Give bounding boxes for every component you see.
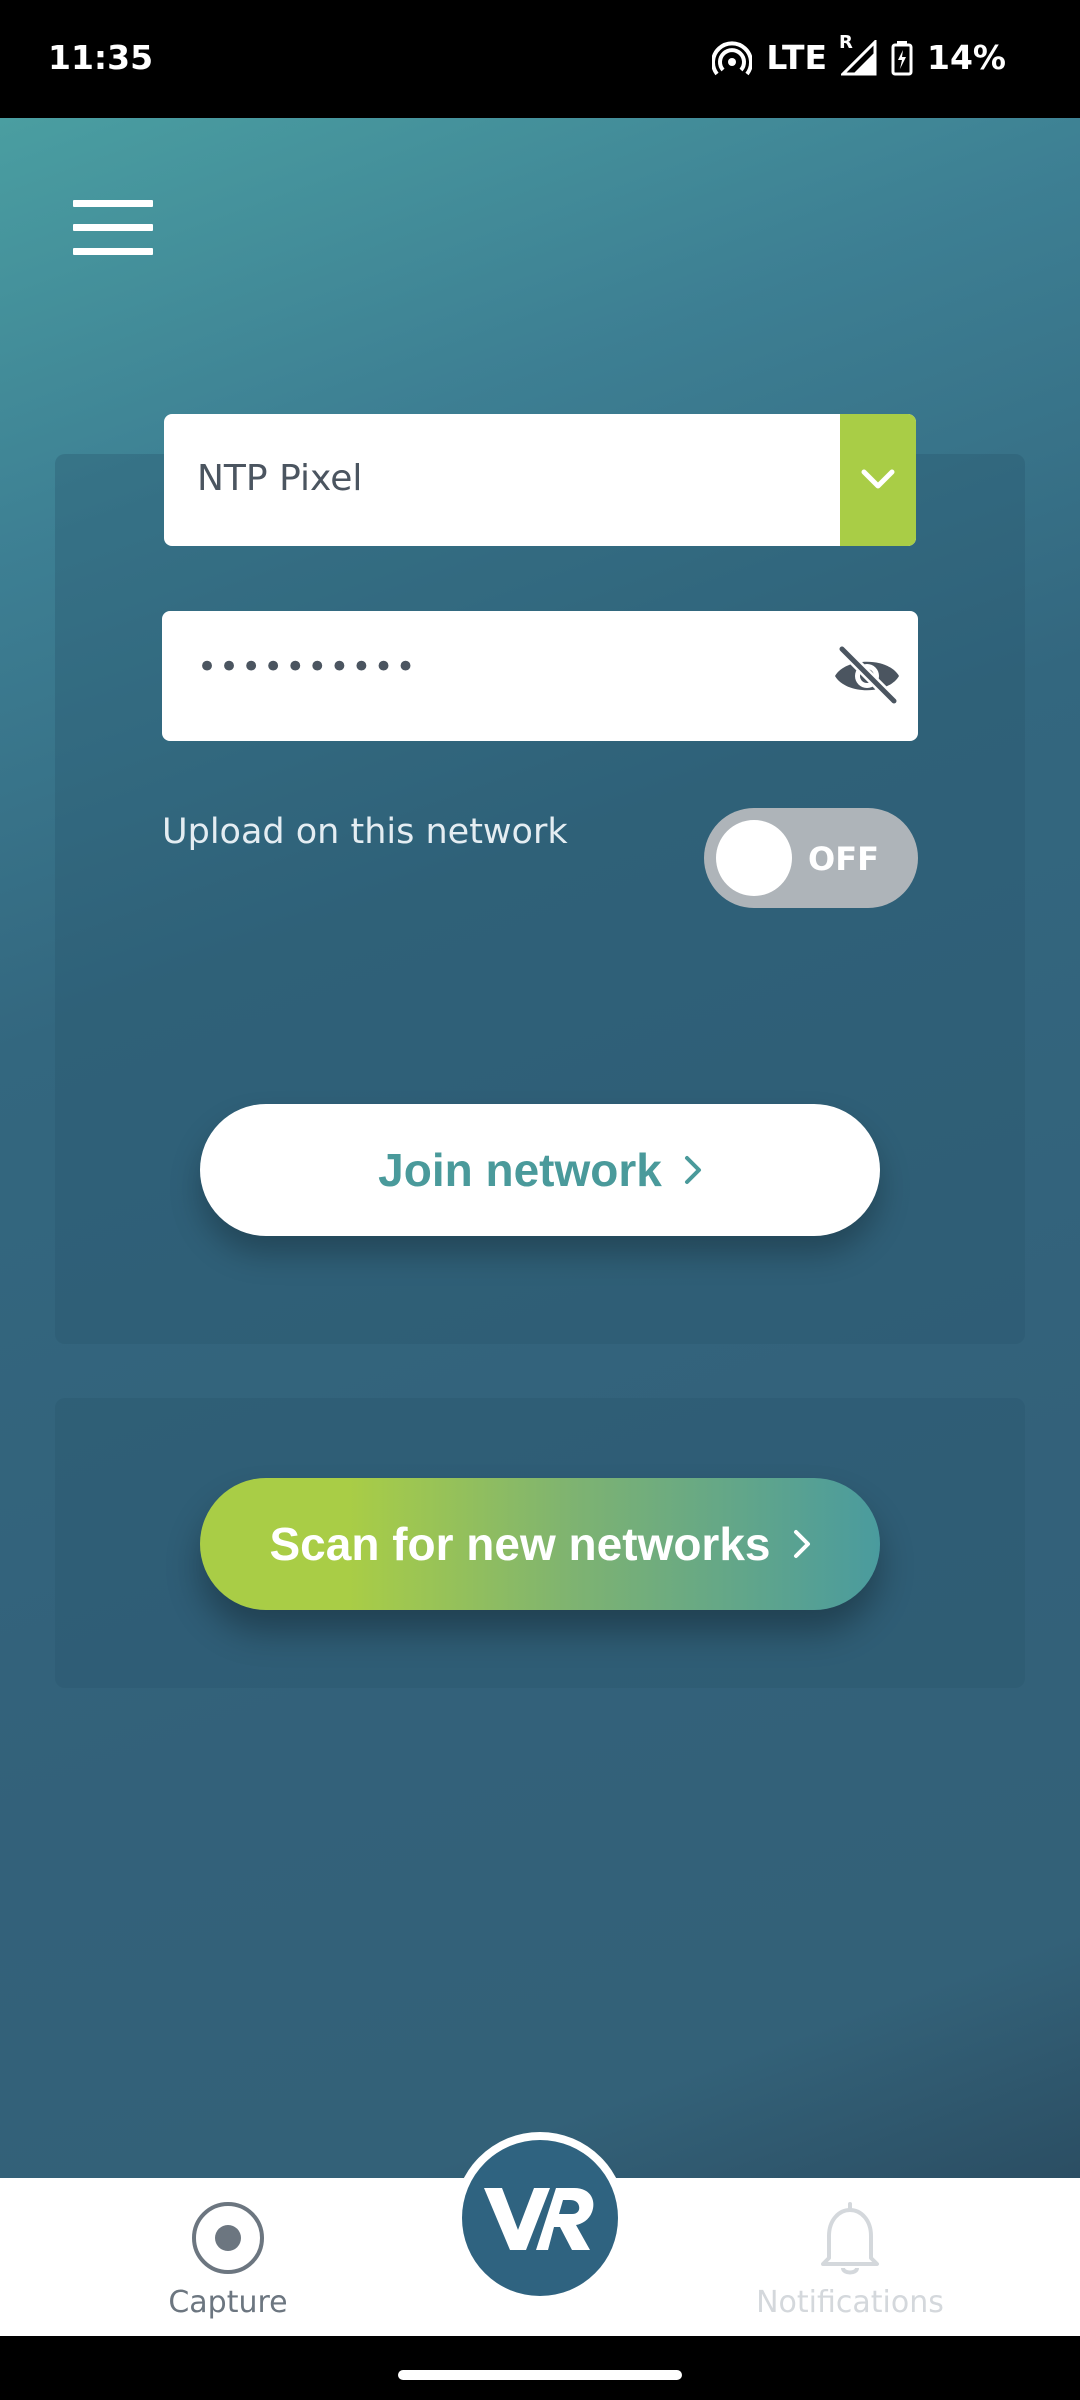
chevron-down-icon <box>861 469 895 489</box>
vr-logo-button[interactable] <box>454 2132 626 2304</box>
join-network-button[interactable]: Join network <box>200 1104 880 1236</box>
toggle-knob <box>716 820 792 896</box>
nav-capture[interactable]: Capture <box>118 2200 338 2320</box>
join-network-label: Join network <box>378 1144 662 1196</box>
network-type: LTE <box>766 38 827 77</box>
signal-icon: R <box>839 32 877 76</box>
gesture-bar <box>0 2336 1080 2400</box>
dropdown-toggle[interactable] <box>840 414 916 546</box>
scan-networks-label: Scan for new networks <box>269 1518 771 1570</box>
vr-logo <box>462 2140 618 2296</box>
nav-capture-label: Capture <box>168 2285 288 2320</box>
hotspot-icon <box>712 40 753 76</box>
home-indicator[interactable] <box>398 2370 682 2380</box>
nav-notifications[interactable]: Notifications <box>740 2200 960 2320</box>
network-select[interactable]: NTP Pixel <box>164 414 916 546</box>
upload-toggle[interactable]: OFF <box>704 808 918 908</box>
record-icon <box>192 2202 264 2274</box>
eye-off-icon[interactable] <box>832 643 902 709</box>
toggle-state: OFF <box>808 840 879 878</box>
password-field[interactable]: •••••••••• <box>162 611 918 741</box>
selected-network: NTP Pixel <box>197 458 363 499</box>
bell-icon <box>821 2202 879 2275</box>
status-bar: 11:35 LTE R 14% <box>0 0 1080 118</box>
nav-notifications-label: Notifications <box>756 2285 944 2320</box>
roaming-indicator: R <box>839 31 853 53</box>
upload-label: Upload on this network <box>162 812 568 852</box>
status-time: 11:35 <box>48 38 154 77</box>
chevron-right-icon <box>793 1530 810 1558</box>
battery-icon <box>891 40 913 76</box>
battery-percent: 14% <box>927 38 1006 77</box>
chevron-right-icon <box>684 1156 701 1184</box>
scan-networks-button[interactable]: Scan for new networks <box>200 1478 880 1610</box>
status-icons: LTE R 14% <box>712 32 1006 77</box>
password-value: •••••••••• <box>197 647 418 687</box>
menu-icon[interactable] <box>73 200 153 256</box>
